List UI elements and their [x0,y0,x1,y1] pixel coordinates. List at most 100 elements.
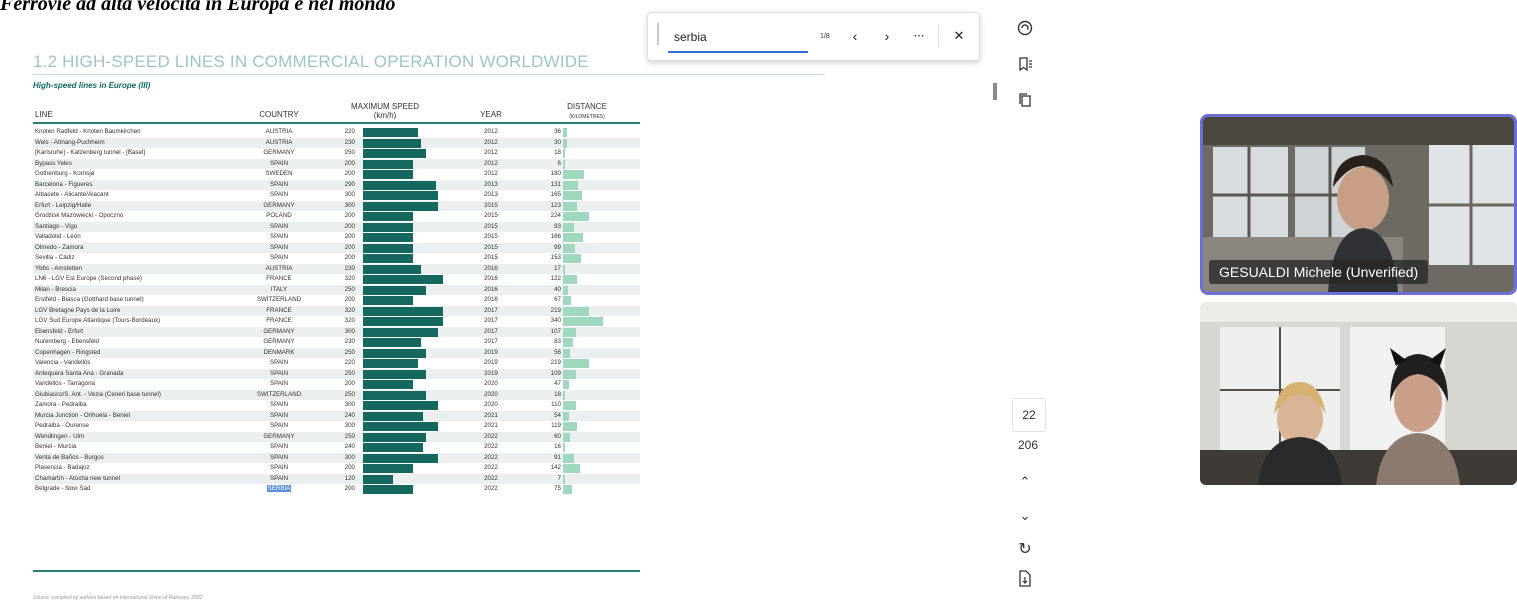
distance-bar [563,380,569,389]
find-close-button[interactable]: ✕ [948,25,970,47]
cell-line: Barcelona - Figueres [35,180,93,188]
find-previous-button[interactable]: ‹ [844,25,866,47]
table-footer-rule [33,570,640,572]
cell-country-text: DENMARK [263,348,295,356]
pdf-scrollbar-thumb[interactable] [993,83,997,100]
cell-speed: 320 [344,317,355,324]
cell-distance: 54 [554,411,561,419]
cell-country: SWITZERLAND [249,390,309,401]
cell-speed: 200 [344,485,355,492]
distance-bar [563,159,565,169]
save-document-button[interactable] [1010,570,1040,598]
table-body: Knoten Radfeld - Knoten Baumkirchen AUSTR… [33,127,640,495]
current-page-field[interactable]: 22 [1012,398,1046,432]
table-row: Ebensfeld - Erfurt GERMANY 300 2017 107 [33,326,640,337]
refresh-button[interactable]: ↻ [1010,536,1040,564]
cell-country-text: AUSTRIA [265,138,293,146]
previous-page-button[interactable]: ⌃ [1010,468,1040,496]
cell-country: SPAIN [249,222,309,233]
distance-bar [563,149,565,158]
video-tile-active-speaker[interactable]: GESUALDI Michele (Unverified) [1200,114,1517,295]
distance-bar [563,422,577,431]
table-row: Valencia - Vandellòs SPAIN 220 2019 219 [33,358,640,369]
speed-bar [363,443,423,452]
cell-country-text: SPAIN [269,180,289,188]
speed-bar [363,285,426,295]
cell-country: GERMANY [249,201,309,212]
speed-bar [363,296,413,305]
col-header-speed: MAXIMUM SPEED (km/h) [345,102,425,120]
cell-speed: 200 [344,222,355,230]
table-subtitle: High-speed lines in Europe (III) [33,81,151,90]
cell-country-text: SWITZERLAND [256,296,302,303]
table-row: Albacete - Alicante/Alacant SPAIN 300 2013 1… [33,190,640,201]
cell-speed: 120 [344,474,355,482]
distance-bar [563,338,573,347]
cell-country: DENMARK [249,348,309,359]
cell-line: LGV Bretagne Pays de la Loire [35,306,121,314]
cell-country: SPAIN [249,442,309,453]
cell-year: 2013 [484,180,498,188]
cell-line: Copenhagen - Ringsted [35,348,101,356]
cell-distance: 16 [554,443,561,450]
cell-country-text: POLAND [266,212,292,219]
chevron-down-icon: ⌄ [1019,508,1031,523]
distance-bar [563,170,584,179]
speed-bar [363,432,426,442]
find-next-button[interactable]: › [876,25,898,47]
cell-speed: 220 [344,128,355,135]
save-document-icon [1019,570,1031,587]
cell-country: AUSTRIA [249,127,309,138]
cell-country-text: SPAIN [269,380,289,387]
participant-video-feed-2 [1200,302,1517,485]
cell-line: Wendlingen - Ulm [35,432,85,440]
speed-bar [363,264,421,274]
speed-bar [363,317,443,326]
distance-bar [563,254,581,263]
speed-bar [363,401,438,410]
speed-bar [363,159,413,169]
cell-distance: 107 [550,327,561,335]
cell-year: 2012 [484,159,498,167]
speed-bar [363,212,413,221]
find-more-options-button[interactable]: ⋯ [908,25,930,47]
page-thumbnails-button[interactable] [1010,90,1040,118]
video-tile-participant[interactable] [1200,302,1517,485]
col-header-speed-unit: (km/h) [373,111,397,120]
cell-year: 2020 [484,401,498,408]
cell-year: 2022 [484,485,498,492]
cell-distance: 7 [557,474,561,482]
cell-speed: 230 [344,338,355,345]
table-row: Belgrade - Novi Sad SERBIA 200 2022 75 [33,484,640,495]
next-page-button[interactable]: ⌄ [1010,502,1040,530]
distance-bar [563,306,589,316]
distance-bar [563,296,571,305]
table-row: Ybbs - Amstetten AUSTRIA 230 2016 17 [33,263,640,274]
pdf-page: Ferrovie ad alta velocità in Europa e ne… [0,0,890,609]
cell-country: SPAIN [249,159,309,170]
cell-country-text: FRANCE [266,317,292,324]
cell-speed: 320 [344,306,355,314]
cell-line: LGV Sud Europe Atlantique (Tours-Bordeau… [35,317,161,324]
copilot-button[interactable] [1010,18,1040,46]
speed-bar [363,180,436,190]
cell-country: SPAIN [249,243,309,254]
distance-bar [563,243,575,253]
table-row: Gothenburg - Kornsjø SWEDEN 200 2012 180 [33,169,640,180]
cell-country: SPAIN [249,474,309,485]
cell-line: Albacete - Alicante/Alacant [35,191,109,198]
cell-country-text: SPAIN [269,159,289,167]
table-row: LGV Sud Europe Atlantique (Tours-Bordeau… [33,316,640,327]
bookmarks-button[interactable] [1010,54,1040,82]
cell-distance: 123 [550,201,561,209]
cell-distance: 83 [554,338,561,345]
ai-copilot-icon [1017,20,1033,36]
distance-bar [563,443,565,452]
cell-line: Milan - Brescia [35,285,76,293]
cell-country-text: FRANCE [266,275,292,282]
distance-bar [563,474,565,484]
cell-speed: 200 [344,296,355,303]
cell-speed: 250 [344,348,355,356]
cell-distance: 99 [554,243,561,251]
find-input[interactable] [674,30,804,44]
